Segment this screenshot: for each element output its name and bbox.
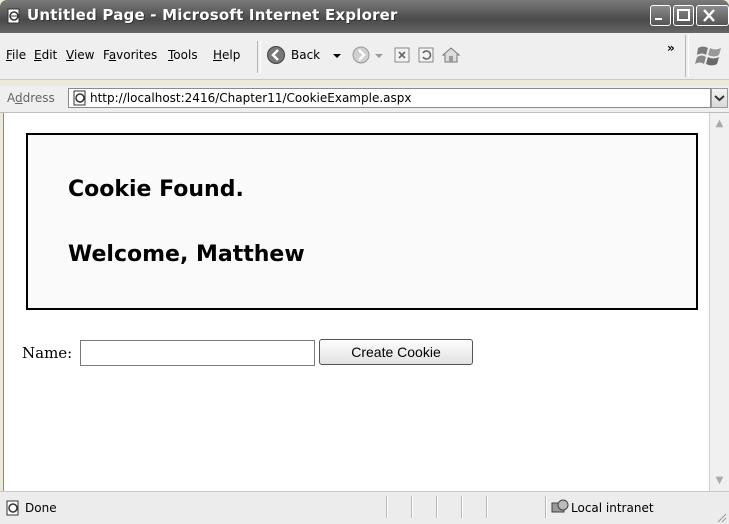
refresh-icon[interactable] <box>416 45 436 65</box>
cookie-message-panel: Cookie Found. Welcome, Matthew <box>26 133 698 310</box>
back-dropdown-icon[interactable] <box>332 45 342 65</box>
chevron-down-icon <box>714 95 725 102</box>
menu-file[interactable]: File <box>6 48 26 62</box>
minimize-button[interactable] <box>650 5 671 26</box>
menu-separator <box>257 41 261 73</box>
forward-arrow-icon[interactable] <box>351 45 371 65</box>
menu-edit[interactable]: Edit <box>34 48 57 62</box>
back-button[interactable]: Back <box>291 48 320 62</box>
create-cookie-button[interactable]: Create Cookie <box>319 339 473 365</box>
menu-toolbar: File Edit View Favorites Tools Help Back <box>0 33 729 80</box>
status-pane <box>411 496 413 518</box>
maximize-button[interactable] <box>673 5 694 26</box>
status-pane <box>545 496 547 518</box>
address-url[interactable]: http://localhost:2416/Chapter11/CookieEx… <box>90 91 411 105</box>
browser-window: Untitled Page - Microsoft Internet Explo… <box>0 0 729 524</box>
ie-page-icon <box>73 90 86 106</box>
resize-grip-icon[interactable] <box>715 511 727 523</box>
page-content: Cookie Found. Welcome, Matthew Name: Cre… <box>3 113 710 491</box>
back-arrow-icon[interactable] <box>266 45 286 65</box>
status-pane <box>436 496 438 518</box>
name-input[interactable] <box>80 340 315 366</box>
title-bar[interactable]: Untitled Page - Microsoft Internet Explo… <box>0 0 729 33</box>
address-label: Address <box>7 91 55 105</box>
status-pane <box>386 496 388 518</box>
home-icon[interactable] <box>441 45 461 65</box>
scroll-down-icon[interactable]: ▼ <box>712 473 727 488</box>
address-input[interactable]: http://localhost:2416/Chapter11/CookieEx… <box>68 88 711 108</box>
close-icon <box>703 9 715 22</box>
security-zone-text: Local intranet <box>571 501 654 515</box>
menu-view[interactable]: View <box>66 48 94 62</box>
vertical-scrollbar[interactable]: ▲ ▼ <box>709 113 729 491</box>
status-pane <box>486 496 488 518</box>
status-text: Done <box>25 501 57 515</box>
windows-logo-icon <box>695 46 721 66</box>
minimize-icon <box>655 18 662 20</box>
scroll-up-icon[interactable]: ▲ <box>712 116 727 131</box>
name-label: Name: <box>22 344 73 362</box>
ie-page-icon <box>7 8 20 24</box>
menu-favorites[interactable]: Favorites <box>103 48 157 62</box>
intranet-globe-icon <box>551 499 569 513</box>
cookie-found-text: Cookie Found. <box>68 177 244 202</box>
status-pane <box>461 496 463 518</box>
address-dropdown-button[interactable] <box>711 88 728 108</box>
ie-page-icon <box>6 500 19 516</box>
address-bar: Address http://localhost:2416/Chapter11/… <box>0 86 729 113</box>
toolbar-overflow-chevron[interactable]: » <box>667 41 675 55</box>
maximize-icon <box>677 9 690 21</box>
menu-help[interactable]: Help <box>213 48 240 62</box>
stop-icon[interactable] <box>392 45 412 65</box>
close-button[interactable] <box>696 5 729 26</box>
status-bar: Done Local intranet <box>0 491 729 524</box>
welcome-text: Welcome, Matthew <box>68 242 305 267</box>
window-title: Untitled Page - Microsoft Internet Explo… <box>27 6 398 24</box>
forward-dropdown-icon[interactable] <box>374 45 384 65</box>
menu-tools[interactable]: Tools <box>168 48 198 62</box>
toolbar-separator <box>685 35 689 77</box>
